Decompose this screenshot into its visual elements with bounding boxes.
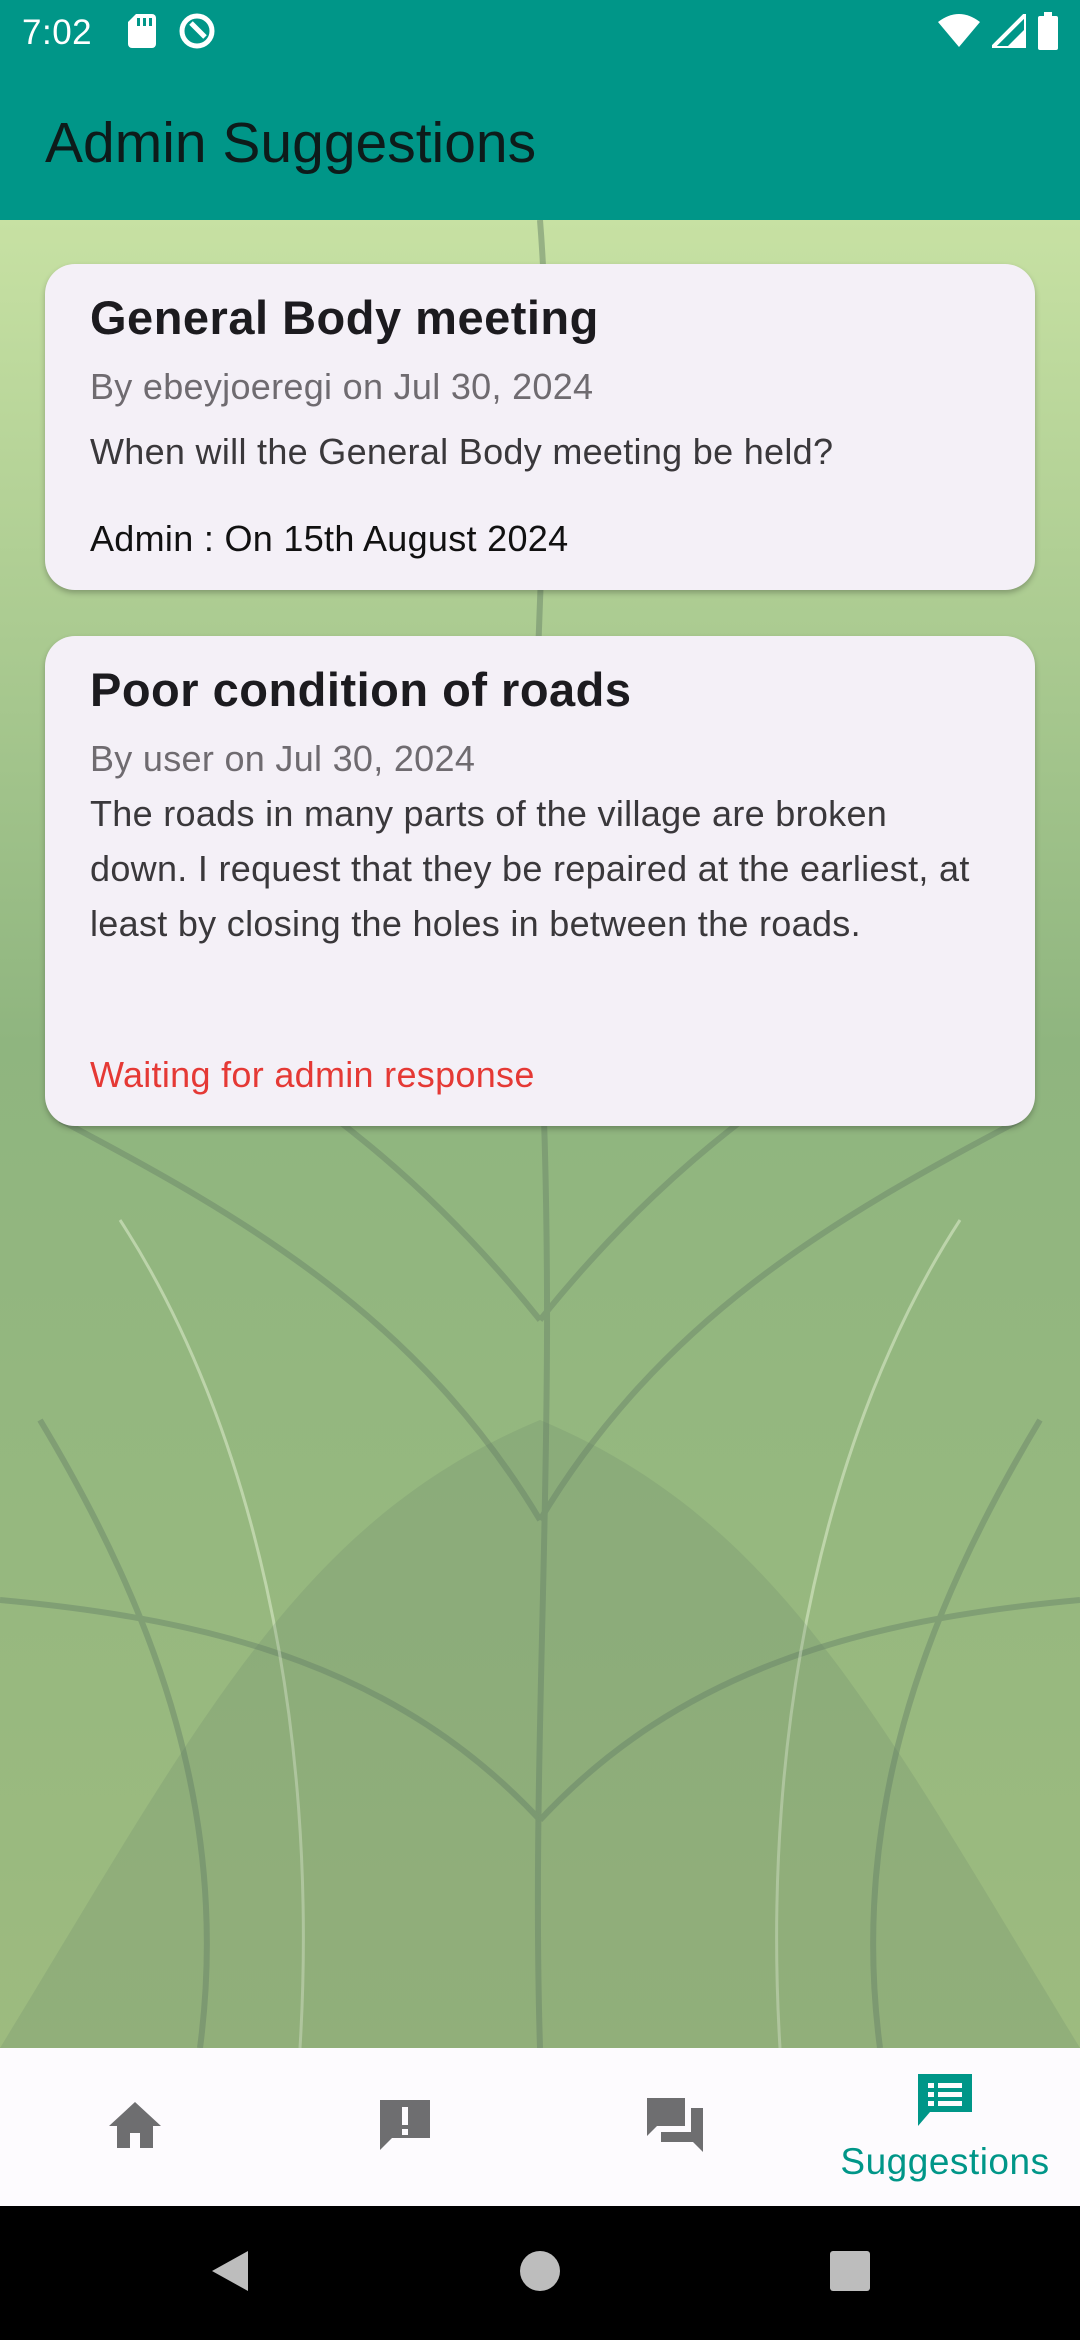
home-circle-icon (518, 2249, 562, 2298)
admin-response: Admin : On 15th August 2024 (90, 518, 569, 559)
suggestion-title: Poor condition of roads (90, 663, 632, 716)
report-icon (376, 2096, 434, 2159)
suggestion-title: General Body meeting (90, 291, 599, 344)
page-title: Admin Suggestions (45, 111, 537, 175)
nav-item-suggestions[interactable]: Suggestions (810, 2048, 1080, 2206)
back-icon (208, 2247, 252, 2300)
wifi-icon (938, 13, 980, 53)
nav-label-suggestions: Suggestions (840, 2140, 1050, 2182)
suggestion-meta: By user on Jul 30, 2024 (90, 738, 476, 779)
suggestions-list[interactable]: General Body meeting By ebeyjoeregi on J… (0, 220, 1080, 2048)
suggestion-card[interactable]: General Body meeting By ebeyjoeregi on J… (45, 264, 1035, 590)
recents-button[interactable] (695, 2250, 1005, 2297)
status-time: 7:02 (22, 13, 93, 52)
pending-status: Waiting for admin response (90, 1054, 535, 1095)
home-button[interactable] (385, 2249, 695, 2298)
nav-item-forum[interactable] (540, 2048, 810, 2206)
suggestion-card[interactable]: Poor condition of roads By user on Jul 3… (45, 636, 1035, 1126)
bottom-navigation: Suggestions (0, 2048, 1080, 2206)
nav-item-home[interactable] (0, 2048, 270, 2206)
system-navigation-bar (0, 2206, 1080, 2340)
battery-icon (1038, 11, 1058, 55)
suggestions-icon (916, 2072, 974, 2133)
app-bar: Admin Suggestions (0, 66, 1080, 220)
forum-icon (645, 2096, 705, 2159)
nav-item-complaints[interactable] (270, 2048, 540, 2206)
home-icon (107, 2100, 163, 2155)
suggestion-body: When will the General Body meeting be he… (90, 431, 834, 472)
screen: 7:02 Admin Suggestions General Body meet… (0, 0, 1080, 2340)
back-button[interactable] (75, 2247, 385, 2300)
suggestion-meta: By ebeyjoeregi on Jul 30, 2024 (90, 366, 594, 407)
recents-icon (829, 2250, 871, 2297)
sd-card-icon (128, 13, 157, 53)
vpn-icon (178, 12, 216, 55)
status-bar: 7:02 (0, 0, 1080, 66)
suggestion-body: The roads in many parts of the village a… (90, 793, 970, 944)
signal-icon (987, 8, 1028, 53)
